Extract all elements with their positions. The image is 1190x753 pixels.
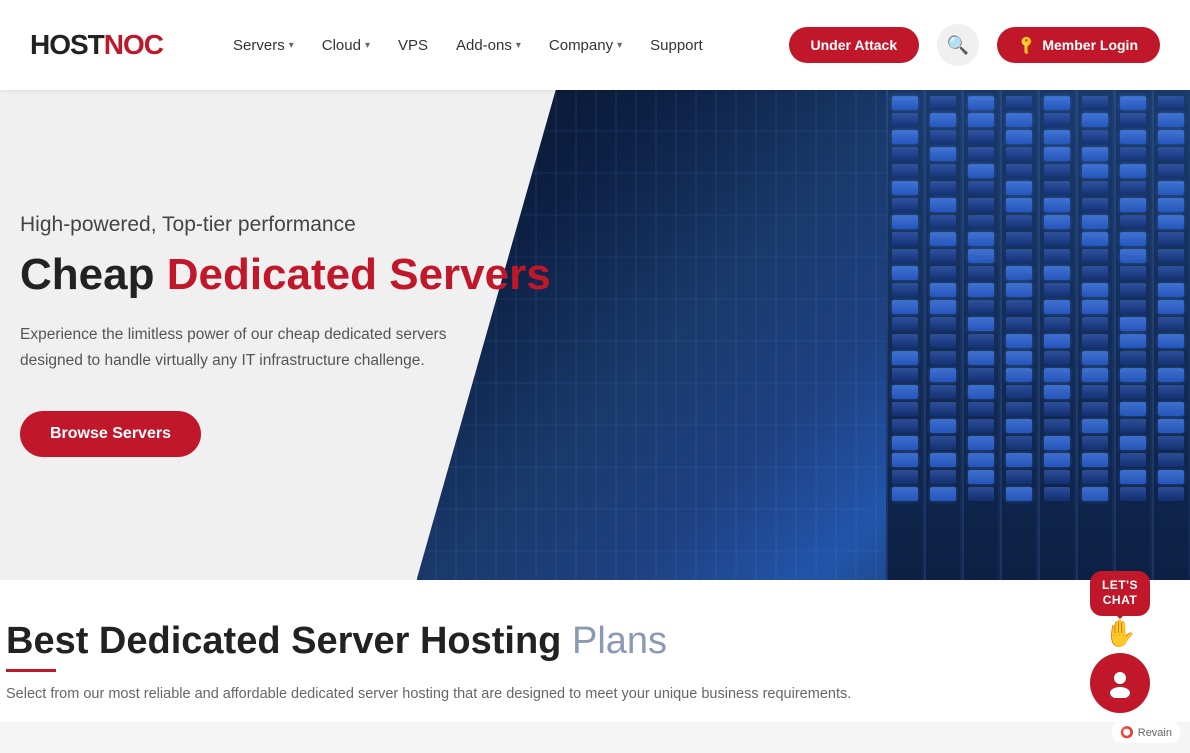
chat-widget: LET'SCHAT 🤚 bbox=[1090, 571, 1150, 713]
member-login-button[interactable]: 🔑 Member Login bbox=[997, 27, 1160, 63]
hero-title: Cheap Dedicated Servers bbox=[20, 251, 551, 299]
chevron-down-icon: ▾ bbox=[365, 40, 370, 51]
nav-servers[interactable]: Servers ▾ bbox=[223, 29, 304, 62]
main-nav: Servers ▾ Cloud ▾ VPS Add-ons ▾ Company … bbox=[223, 24, 1160, 66]
chevron-down-icon: ▾ bbox=[289, 40, 294, 51]
logo-link[interactable]: HOSTNOC bbox=[30, 29, 163, 61]
chat-hand-icon: 🤚 bbox=[1104, 618, 1136, 649]
chat-avatar-icon bbox=[1105, 668, 1135, 698]
section-title-accent: Plans bbox=[572, 620, 667, 662]
search-button[interactable]: 🔍 bbox=[937, 24, 979, 66]
chat-bubble-label: LET'SCHAT bbox=[1102, 578, 1138, 608]
browse-servers-button[interactable]: Browse Servers bbox=[20, 411, 201, 457]
logo-noc: NOC bbox=[104, 29, 163, 61]
hero-section: High-powered, Top-tier performance Cheap… bbox=[0, 90, 1190, 580]
hero-title-plain: Cheap bbox=[20, 250, 167, 299]
section-description: Select from our most reliable and afford… bbox=[6, 686, 906, 702]
hero-description: Experience the limitless power of our ch… bbox=[20, 322, 480, 375]
revain-badge: ⭕ Revain bbox=[1112, 722, 1180, 743]
nav-company[interactable]: Company ▾ bbox=[539, 29, 632, 62]
hero-title-accent: Dedicated Servers bbox=[167, 250, 551, 299]
plans-section: Best Dedicated Server Hosting Plans Sele… bbox=[0, 580, 1190, 722]
chevron-down-icon: ▾ bbox=[617, 40, 622, 51]
section-title: Best Dedicated Server Hosting Plans bbox=[6, 620, 1170, 663]
nav-support[interactable]: Support bbox=[640, 29, 713, 62]
chat-avatar-button[interactable] bbox=[1090, 653, 1150, 713]
key-icon: 🔑 bbox=[1016, 34, 1039, 57]
revain-icon: ⭕ bbox=[1120, 726, 1134, 739]
revain-label: Revain bbox=[1138, 727, 1172, 739]
chevron-down-icon: ▾ bbox=[516, 40, 521, 51]
logo-host: HOST bbox=[30, 29, 104, 61]
under-attack-button[interactable]: Under Attack bbox=[789, 27, 920, 63]
nav-cloud[interactable]: Cloud ▾ bbox=[312, 29, 380, 62]
hero-content: High-powered, Top-tier performance Cheap… bbox=[0, 153, 581, 516]
section-title-plain: Best Dedicated Server Hosting bbox=[6, 620, 572, 662]
chat-bubble[interactable]: LET'SCHAT bbox=[1090, 571, 1150, 616]
nav-vps[interactable]: VPS bbox=[388, 29, 438, 62]
hero-subtitle: High-powered, Top-tier performance bbox=[20, 213, 551, 237]
nav-addons[interactable]: Add-ons ▾ bbox=[446, 29, 531, 62]
site-header: HOSTNOC Servers ▾ Cloud ▾ VPS Add-ons ▾ … bbox=[0, 0, 1190, 90]
search-icon: 🔍 bbox=[947, 35, 969, 56]
section-underline bbox=[6, 669, 56, 672]
